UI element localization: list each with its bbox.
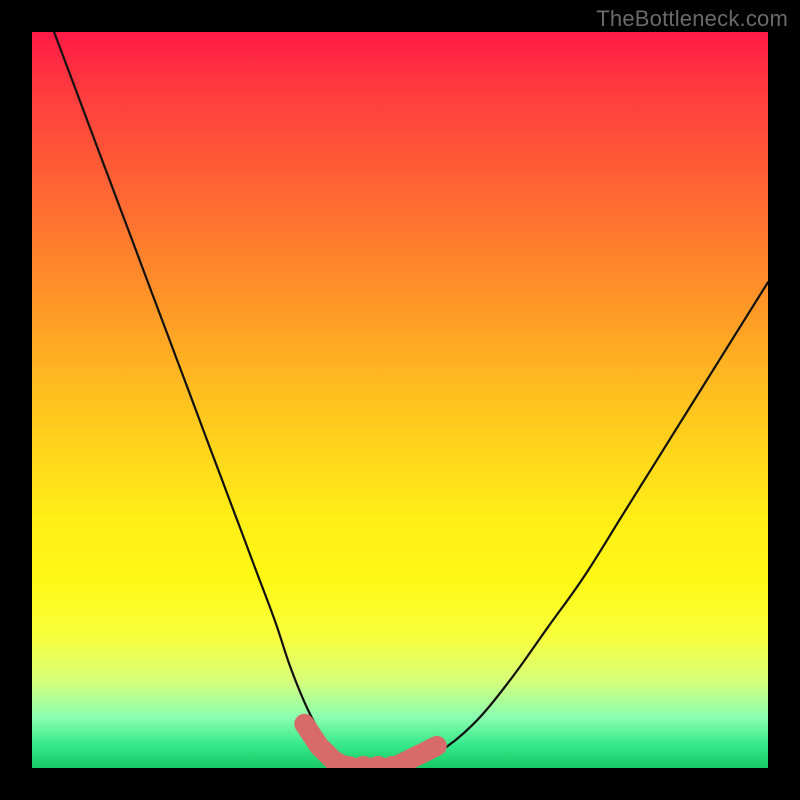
curve-layer bbox=[32, 32, 768, 768]
watermark-text: TheBottleneck.com bbox=[596, 6, 788, 32]
plot-area bbox=[32, 32, 768, 768]
valley-marker bbox=[310, 737, 328, 755]
bottleneck-curve bbox=[54, 32, 768, 768]
valley-markers bbox=[296, 716, 446, 768]
chart-frame: TheBottleneck.com bbox=[0, 0, 800, 800]
valley-marker bbox=[428, 737, 446, 755]
valley-marker bbox=[296, 716, 312, 732]
